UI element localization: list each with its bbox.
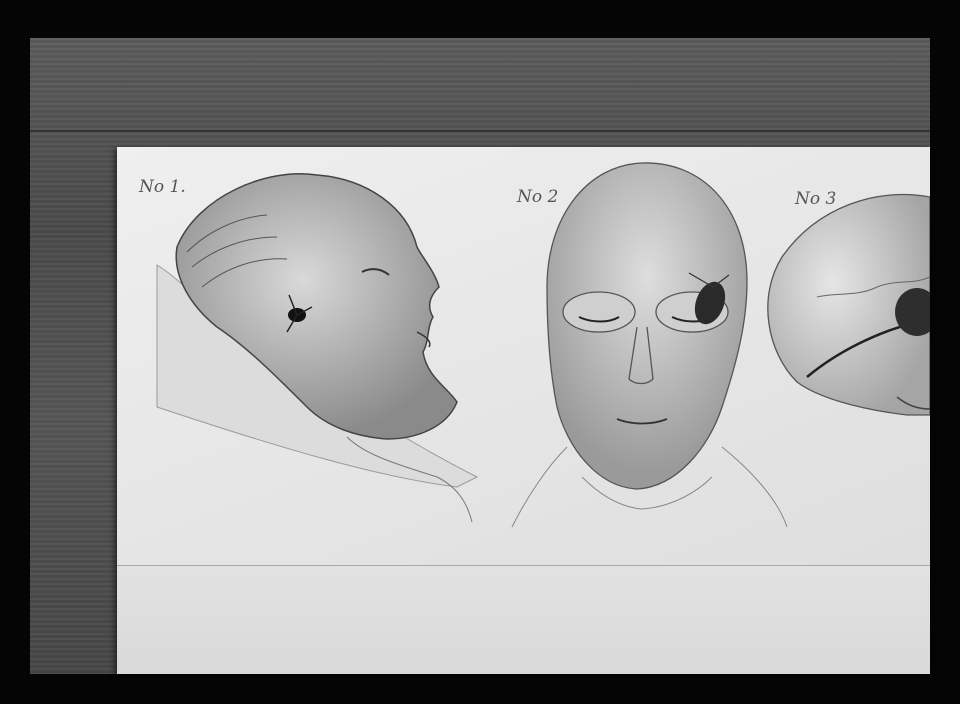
- profile-head-sketch: [156, 173, 479, 523]
- drawing-sheet: No 1. No 2 No 3: [117, 147, 930, 674]
- skull-sketch: [767, 193, 930, 416]
- frontal-head-sketch: [511, 162, 788, 528]
- sketch-layer: [156, 162, 930, 528]
